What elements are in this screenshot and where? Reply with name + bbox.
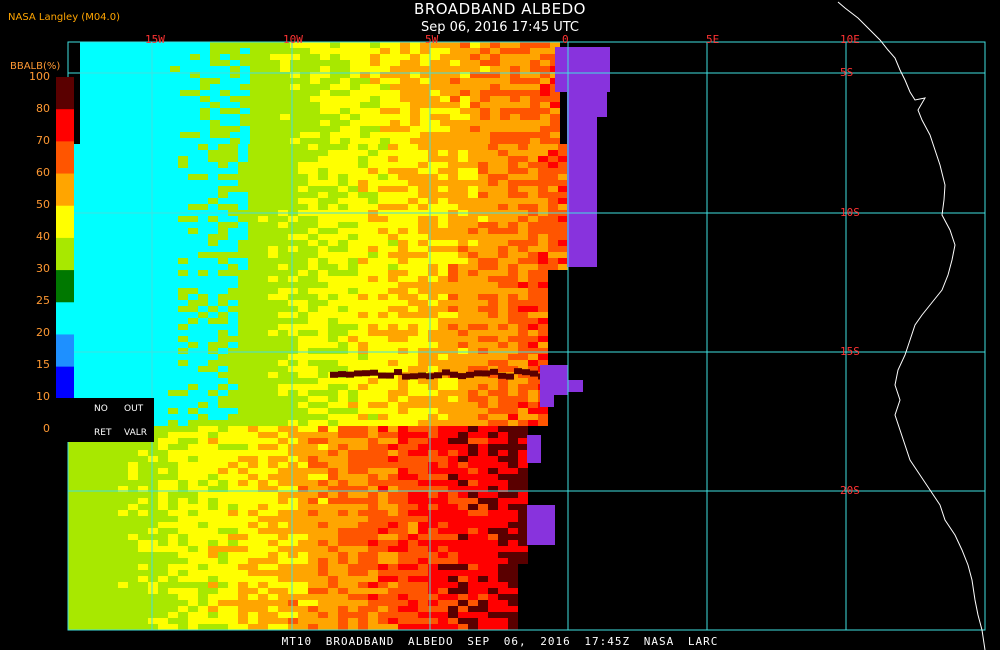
colorbar-tick-label: 40 [36,230,50,243]
no-retrieval-region [555,47,610,92]
chart-title: BROADBAND ALBEDO [414,0,586,18]
latitude-label: 15S [840,345,860,358]
no-retrieval-region [540,395,554,407]
longitude-label: 5W [425,33,439,46]
colorbar-swatch [56,237,74,271]
colorbar-swatch [56,366,74,400]
longitude-label: 10E [840,33,860,46]
colorbar-tick-label: 15 [36,358,50,371]
no-retrieval-region [567,117,597,267]
agency-label: NASA Langley (M04.0) [8,12,120,23]
colorbar-tick-label: 25 [36,294,50,307]
colorbar-tick-label: 50 [36,198,50,211]
colorbar-tick-label: 80 [36,102,50,115]
colorbar-swatch [56,173,74,207]
longitude-label: 10W [283,33,303,46]
longitude-label: 0 [562,33,569,46]
latitude-label: 5S [840,66,854,79]
latitude-label: 10S [840,206,860,219]
colorbar-tick-label: 70 [36,134,50,147]
colorbar-swatch [56,109,74,142]
no-retrieval-region [567,92,607,117]
no-retrieval-region [527,435,541,463]
legend-ret: RET [94,428,112,438]
no-retrieval-region [540,365,568,395]
colorbar-swatch [56,334,74,368]
legend-box: NO OUT RET VALR [56,398,154,442]
legend-valr: VALR [124,428,148,438]
colorbar-swatch [56,205,74,239]
colorbar-tick-label: 0 [43,422,50,435]
colorbar-tick-label: 20 [36,326,50,339]
colorbar [56,77,74,431]
colorbar-swatch [56,270,74,303]
albedo-map [0,0,1000,650]
legend-out: OUT [124,404,144,414]
colorbar-tick-label: 60 [36,166,50,179]
footer-caption: MT10 BROADBAND ALBEDO SEP 06, 2016 17:45… [281,635,719,648]
longitude-label: 5E [706,33,720,46]
albedo-field [68,42,610,630]
latitude-label: 20S [840,484,860,497]
colorbar-swatch [56,141,74,175]
colorbar-tick-label: 10 [36,390,50,403]
no-retrieval-region [527,505,555,545]
colorbar-swatch [56,302,74,335]
colorbar-tick-label: 100 [29,70,50,83]
colorbar-swatch [56,77,74,110]
longitude-label: 15W [145,33,165,46]
colorbar-tick-label: 30 [36,262,50,275]
legend-no: NO [94,404,108,414]
no-retrieval-region [568,380,583,392]
